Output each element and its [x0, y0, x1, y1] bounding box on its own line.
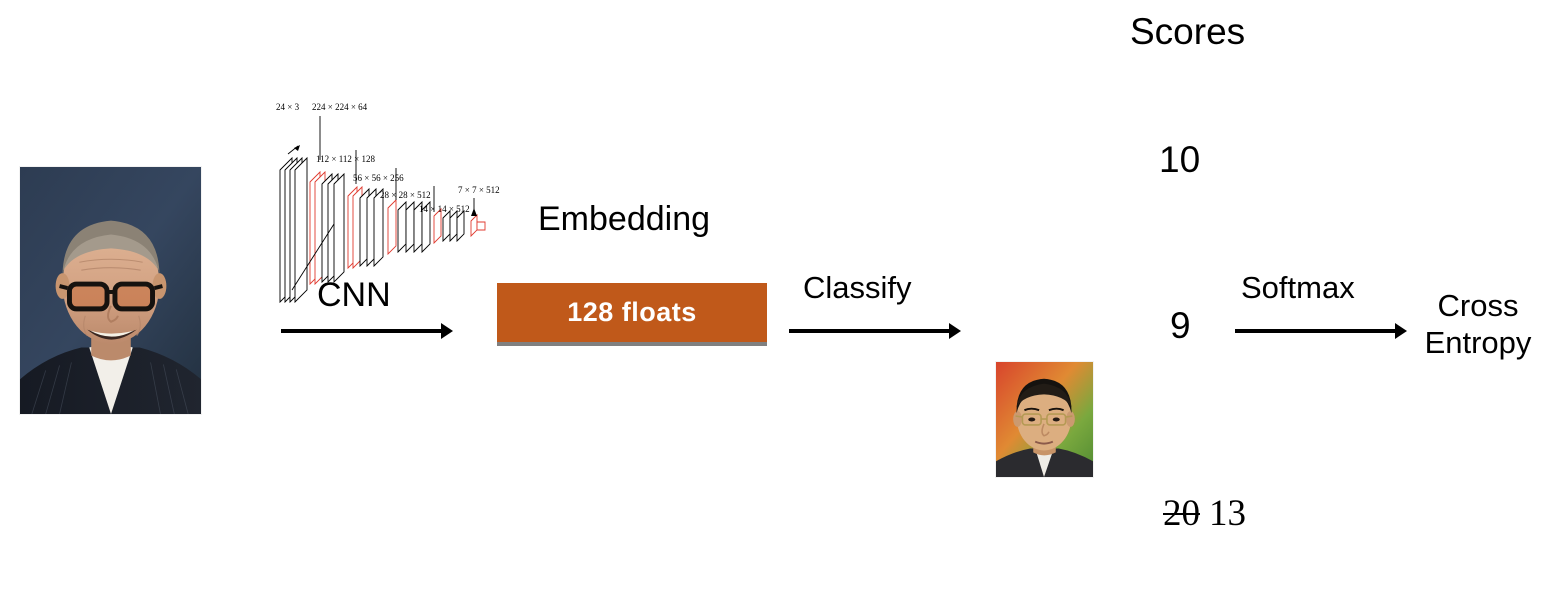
- cross-entropy-line2: Entropy: [1424, 324, 1532, 360]
- cross-entropy-line1: Cross: [1437, 288, 1519, 323]
- arrow-cnn-to-embedding: [281, 320, 453, 342]
- candidate-3-score-group: 20 13: [1163, 493, 1246, 535]
- candidate-1-photo: [995, 361, 1094, 478]
- classify-label: Classify: [803, 270, 912, 305]
- cnn-layer-label-3: 56 × 56 × 256: [353, 173, 404, 183]
- cnn-layer-label-6: 7 × 7 × 512: [458, 185, 500, 195]
- cnn-layer-label-1: 224 × 224 × 64: [312, 102, 368, 112]
- diagram-canvas: Scores 24 × 3 224 × 224 × 64 112 × 112 ×…: [0, 0, 1546, 613]
- scores-title: Scores: [1130, 11, 1246, 52]
- cross-entropy-label: Cross Entropy: [1416, 288, 1540, 361]
- softmax-label: Softmax: [1241, 270, 1355, 305]
- embedding-box: 128 floats: [497, 283, 767, 346]
- arrow-softmax-to-output: [1235, 320, 1407, 342]
- cnn-layer-label-4: 28 × 28 × 512: [380, 190, 431, 200]
- candidate-2-score: 9: [1170, 305, 1191, 346]
- candidate-1-art: [996, 362, 1093, 477]
- input-face-photo-art: [20, 167, 201, 414]
- input-face-photo: [19, 166, 202, 415]
- cnn-layer-label-5: 14 × 14 × 512: [419, 204, 470, 214]
- embedding-caption: Embedding: [538, 200, 711, 238]
- embedding-box-label: 128 floats: [567, 297, 697, 327]
- candidate-3-score: 13: [1209, 493, 1246, 534]
- cnn-label: CNN: [317, 276, 391, 314]
- cnn-layer-label-0: 24 × 3: [276, 102, 300, 112]
- candidate-3-score-struck: 20: [1163, 493, 1200, 534]
- candidate-1-score: 10: [1159, 139, 1201, 180]
- cnn-layer-label-2: 112 × 112 × 128: [316, 154, 375, 164]
- cnn-architecture-diagram: 24 × 3 224 × 224 × 64 112 × 112 × 128 56…: [272, 102, 502, 304]
- arrow-embedding-to-candidates: [789, 320, 961, 342]
